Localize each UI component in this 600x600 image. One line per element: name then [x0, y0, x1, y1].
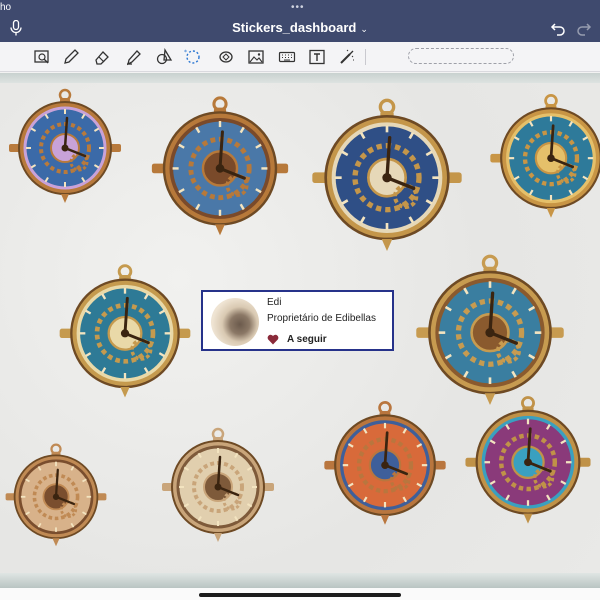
image-icon[interactable] — [246, 47, 266, 67]
sticker-steampunk-clock-6[interactable] — [411, 251, 569, 409]
sticker-steampunk-clock-1[interactable] — [5, 86, 125, 206]
home-indicator[interactable] — [199, 593, 401, 597]
sticker-steampunk-clock-8[interactable] — [158, 425, 278, 545]
toolbar-dropzone[interactable] — [408, 48, 514, 64]
chevron-down-icon: ⌄ — [360, 24, 368, 34]
avatar[interactable] — [211, 298, 259, 346]
follow-button[interactable]: A seguir — [267, 334, 327, 345]
sticker-icon[interactable] — [216, 47, 236, 67]
text-box-icon[interactable] — [307, 47, 327, 67]
svg-text:*: * — [184, 49, 187, 56]
image-search-icon[interactable] — [32, 47, 52, 67]
shapes-icon[interactable] — [154, 47, 174, 67]
follow-label: A seguir — [287, 334, 327, 345]
sticker-steampunk-clock-10[interactable] — [461, 393, 595, 527]
profile-name: Edi — [267, 297, 282, 308]
profile-description: Proprietário de Edibellas — [267, 313, 376, 324]
keyboard-icon[interactable] — [277, 47, 297, 67]
sticker-steampunk-clock-5[interactable] — [55, 261, 195, 401]
profile-card[interactable]: Edi Proprietário de Edibellas A seguir — [201, 290, 394, 351]
sticker-steampunk-clock-7[interactable] — [2, 441, 110, 549]
toolbar-separator — [365, 49, 366, 65]
top-nav-bar: ho ••• Stickers_dashboard ⌄ — [0, 0, 600, 42]
magic-wand-icon[interactable] — [337, 47, 357, 67]
pen-icon[interactable] — [61, 47, 81, 67]
sticker-steampunk-clock-3[interactable] — [307, 95, 467, 255]
status-text: ho — [0, 2, 12, 13]
highlighter-icon[interactable] — [123, 47, 143, 67]
document-title: Stickers_dashboard — [232, 20, 357, 35]
canvas-top-edge — [0, 73, 600, 83]
canvas-bottom-edge — [0, 573, 600, 588]
heart-icon — [267, 334, 279, 345]
undo-icon[interactable] — [550, 20, 566, 36]
sticker-steampunk-clock-2[interactable] — [147, 93, 293, 239]
eraser-icon[interactable] — [92, 47, 112, 67]
document-title-button[interactable]: Stickers_dashboard ⌄ — [0, 20, 600, 35]
lasso-icon[interactable]: * — [183, 47, 203, 67]
sticker-steampunk-clock-4[interactable] — [486, 91, 600, 221]
more-dots[interactable]: ••• — [291, 2, 305, 13]
sticker-steampunk-clock-9[interactable] — [320, 398, 450, 528]
redo-icon[interactable] — [576, 20, 592, 36]
